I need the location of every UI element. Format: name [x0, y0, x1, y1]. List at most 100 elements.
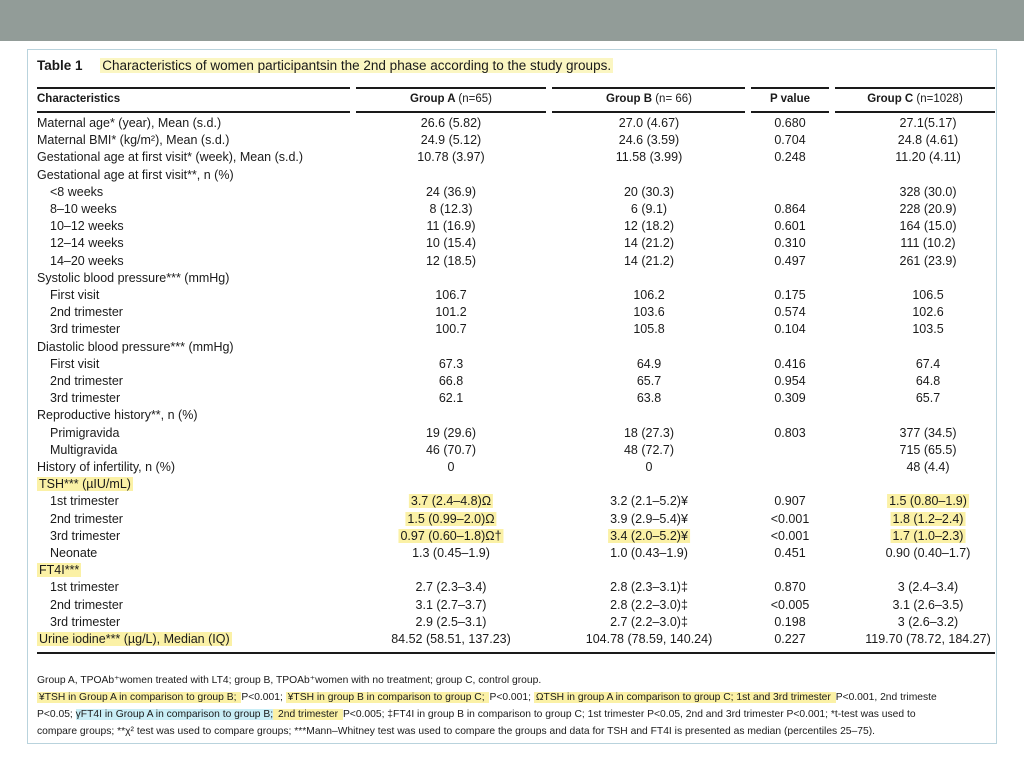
cell-group-b: 0: [645, 460, 653, 474]
cell-p-value: 0.248: [774, 150, 806, 165]
cell-p-value: 0.309: [774, 391, 806, 406]
cell-group-a: 84.52 (58.51, 137.23): [391, 632, 511, 646]
footnote-2c: ¥TSH in group B in comparison to group C…: [285, 692, 490, 703]
cell-group-b: 48 (72.7): [623, 442, 675, 457]
footnote-line-3: P<0.05; γFT4I in Group A in comparison t…: [37, 706, 937, 723]
cell-group-c: 24.8 (4.61): [897, 133, 959, 148]
table-label: Table 1: [37, 58, 83, 73]
header-characteristics: Characteristics: [37, 93, 121, 105]
cell-p-value: 0.416: [774, 356, 806, 371]
row-label: Diastolic blood pressure*** (mmHg): [37, 339, 234, 354]
row-label: 8–10 weeks: [50, 202, 117, 216]
header-p-value: P value: [769, 93, 811, 105]
cell-group-a: 24 (36.9): [425, 184, 477, 199]
cell-p-value: 0.601: [774, 219, 806, 234]
cell-group-b: 3.2 (2.1–5.2)¥: [610, 494, 688, 509]
cell-group-a: 106.7: [435, 288, 467, 302]
row-label: 2nd trimester: [50, 597, 123, 612]
cell-group-c: 106.5: [912, 288, 944, 302]
footnote-2d: P<0.001;: [489, 692, 534, 703]
header-rule-group-b: [552, 87, 745, 89]
table-row: Gestational age at first visit* (week), …: [0, 150, 1024, 167]
footnote-line-1: Group A, TPOAb⁺women treated with LT4; g…: [37, 675, 542, 686]
cell-group-c: 228 (20.9): [899, 202, 957, 216]
cell-group-a: 101.2: [435, 305, 467, 320]
cell-group-c: 102.6: [912, 305, 944, 320]
cell-group-c: 64.8: [915, 374, 941, 388]
cell-group-a: 12 (18.5): [425, 253, 477, 268]
row-label: 10–12 weeks: [50, 219, 124, 234]
cell-group-a: 2.9 (2.5–3.1): [415, 614, 487, 629]
cell-group-c: 3 (2.6–3.2): [897, 614, 959, 629]
table-row: 3rd trimester 2.9 (2.5–3.1) 2.7 (2.2–3.0)‡…: [0, 615, 1024, 632]
cell-p-value: 0.497: [774, 253, 806, 268]
cell-group-a: 24.9 (5.12): [420, 133, 482, 148]
cell-group-a: 11 (16.9): [426, 219, 476, 234]
cell-group-b: 106.2: [633, 288, 665, 302]
cell-group-b: 3.4 (2.0–5.2)¥: [608, 528, 690, 543]
cell-p-value: <0.001: [770, 511, 810, 526]
footnote-2a: ¥TSH in Group A in comparison to group B…: [37, 692, 242, 703]
cell-group-c: 119.70 (78.72, 184.27): [865, 632, 991, 646]
cell-p-value: 0.574: [774, 305, 806, 320]
cell-group-b: 65.7: [636, 374, 662, 388]
table-caption: Characteristics of women participantsin …: [100, 58, 614, 73]
cell-group-b: 2.7 (2.2–3.0)‡: [610, 614, 688, 629]
header-group-c: Group C (n=1028): [867, 93, 963, 105]
cell-group-c: 27.1(5.17): [899, 116, 957, 130]
table-row: History of infertility, n (%) 0 0 48 (4.4): [0, 460, 1024, 477]
cell-group-b: 14 (21.2): [623, 236, 675, 251]
cell-group-b: 103.6: [633, 305, 665, 320]
row-label: 2nd trimester: [50, 511, 123, 526]
cell-group-b: 24.6 (3.59): [618, 133, 680, 148]
cell-p-value: 0.198: [774, 614, 806, 629]
table-row: 2nd trimester 1.5 (0.99–2.0)Ω 3.9 (2.9–5.4…: [0, 511, 1024, 529]
cell-group-c: 1.7 (1.0–2.3): [890, 528, 966, 543]
table-row: 8–10 weeks 8 (12.3) 6 (9.1) 0.864 228 (20.9): [0, 202, 1024, 219]
cell-p-value: 0.104: [774, 322, 806, 337]
cell-group-c: 328 (30.0): [899, 184, 957, 199]
table-row: Gestational age at first visit**, n (%): [0, 168, 1024, 185]
row-label: History of infertility, n (%): [37, 460, 175, 474]
table-row: Neonate 1.3 (0.45–1.9) 1.0 (0.43–1.9) 0.451…: [0, 546, 1024, 563]
cell-group-a: 10.78 (3.97): [417, 150, 485, 165]
row-label: Maternal age* (year), Mean (s.d.): [37, 116, 222, 130]
cell-p-value: <0.001: [770, 528, 810, 543]
cell-group-a: 8 (12.3): [429, 202, 473, 216]
row-label: TSH*** (µIU/mL): [37, 477, 133, 492]
footnote-3b: γFT4I in Group A in comparison to group …: [75, 709, 274, 720]
row-label: Neonate: [50, 546, 98, 560]
table-row: 2nd trimester 3.1 (2.7–3.7) 2.8 (2.2–3.0)‡…: [0, 598, 1024, 615]
table-title: Table 1 Characteristics of women partici…: [37, 58, 614, 73]
table-row: First visit 67.3 64.9 0.416 67.4: [0, 357, 1024, 374]
table-footnotes: Group A, TPOAb⁺women treated with LT4; g…: [37, 672, 937, 740]
row-label: 3rd trimester: [50, 391, 121, 406]
row-label: 1st trimester: [50, 580, 119, 595]
table-row: Maternal age* (year), Mean (s.d.) 26.6 (5…: [0, 116, 1024, 133]
cell-p-value: 0.803: [774, 425, 806, 440]
row-label: 3rd trimester: [50, 322, 121, 337]
footnote-3d: P<0.005; ‡FT4I in group B in comparison …: [342, 709, 916, 720]
table-row: 3rd trimester 100.7 105.8 0.104 103.5: [0, 322, 1024, 339]
cell-group-a: 62.1: [438, 391, 464, 406]
row-label: Gestational age at first visit* (week), …: [37, 150, 304, 165]
table-row: 2nd trimester 101.2 103.6 0.574 102.6: [0, 305, 1024, 322]
cell-p-value: 0.680: [774, 116, 806, 130]
table-row: <8 weeks 24 (36.9) 20 (30.3) 328 (30.0): [0, 185, 1024, 202]
row-label: 2nd trimester: [50, 374, 123, 388]
header-rule-group-c: [835, 87, 995, 89]
cell-group-c: 65.7: [915, 391, 941, 406]
table-row: Reproductive history**, n (%): [0, 408, 1024, 425]
table-row: Primigravida 19 (29.6) 18 (27.3) 0.803 377 (…: [0, 426, 1024, 443]
cell-p-value: <0.005: [770, 597, 810, 612]
cell-group-c: 164 (15.0): [899, 219, 957, 234]
table-row: Diastolic blood pressure*** (mmHg): [0, 340, 1024, 357]
table-row: Maternal BMI* (kg/m²), Mean (s.d.) 24.9 (…: [0, 133, 1024, 150]
cell-group-a: 100.7: [435, 322, 467, 337]
cell-group-a: 26.6 (5.82): [420, 116, 482, 130]
row-label: Maternal BMI* (kg/m²), Mean (s.d.): [37, 133, 230, 148]
table-row: 10–12 weeks 11 (16.9) 12 (18.2) 0.601 164 (1…: [0, 219, 1024, 236]
cell-group-a: 0: [447, 460, 455, 474]
cell-group-c: 1.5 (0.80–1.9): [887, 494, 969, 509]
cell-p-value: 0.227: [774, 632, 806, 646]
